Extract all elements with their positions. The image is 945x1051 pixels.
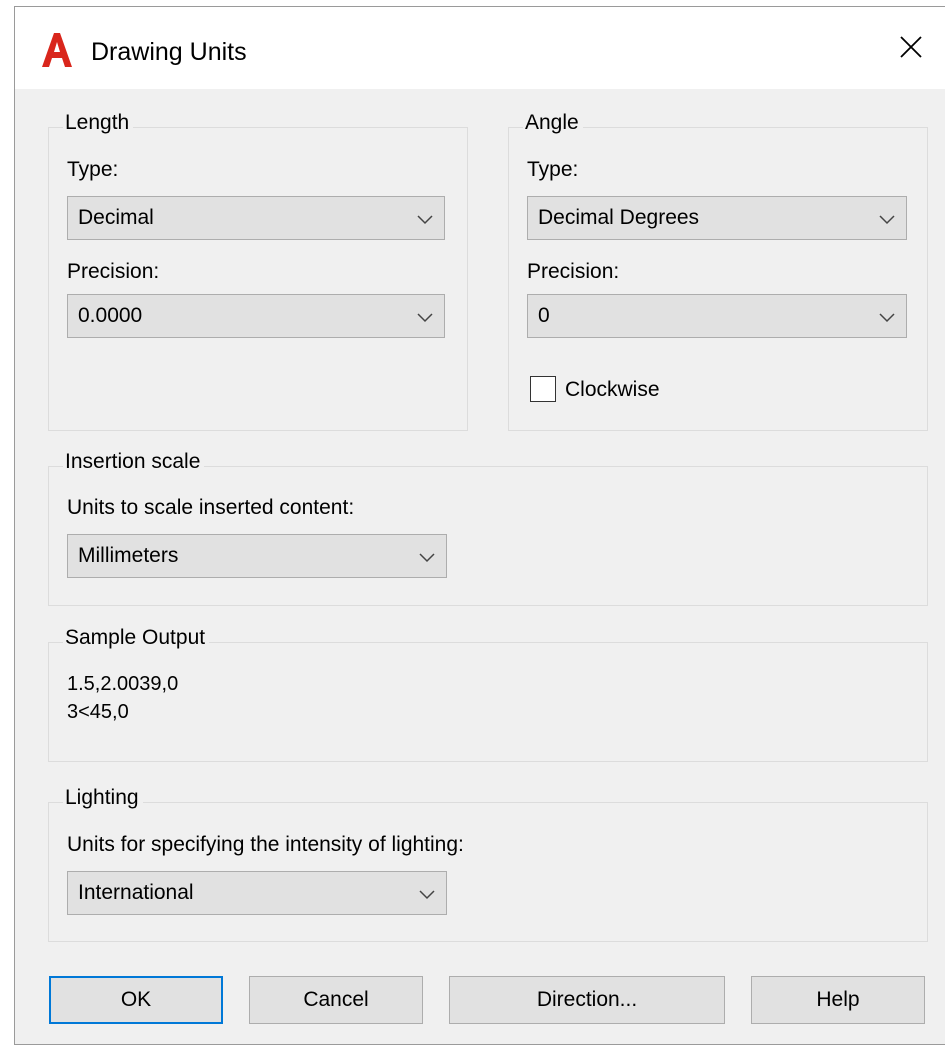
angle-type-select[interactable]: Decimal Degrees	[527, 196, 907, 240]
lighting-legend: Lighting	[63, 785, 143, 811]
chevron-down-icon	[878, 310, 896, 323]
help-button[interactable]: Help	[751, 976, 925, 1024]
angle-precision-select[interactable]: 0	[527, 294, 907, 338]
cancel-button[interactable]: Cancel	[249, 976, 423, 1024]
sample-output-line-1: 1.5,2.0039,0	[67, 673, 179, 695]
length-type-value: Decimal	[78, 206, 154, 229]
sample-output-legend: Sample Output	[63, 625, 210, 651]
length-type-label: Type:	[67, 158, 119, 181]
direction-button[interactable]: Direction...	[449, 976, 725, 1024]
length-precision-value: 0.0000	[78, 304, 143, 327]
length-legend: Length	[63, 110, 134, 136]
sample-output-group: Sample Output	[48, 625, 928, 762]
insertion-units-value: Millimeters	[78, 544, 179, 567]
clockwise-label[interactable]: Clockwise	[565, 377, 660, 403]
angle-type-value: Decimal Degrees	[538, 206, 700, 229]
ok-button[interactable]: OK	[49, 976, 223, 1024]
length-precision-select[interactable]: 0.0000	[67, 294, 445, 338]
chevron-down-icon	[416, 212, 434, 225]
chevron-down-icon	[418, 887, 436, 900]
drawing-units-dialog: Drawing Units Length Type: Decimal Preci…	[14, 6, 945, 1045]
lighting-units-value: International	[78, 881, 194, 904]
lighting-units-label: Units for specifying the intensity of li…	[67, 833, 464, 856]
angle-type-label: Type:	[527, 158, 579, 181]
insertion-scale-legend: Insertion scale	[63, 449, 205, 475]
length-precision-label: Precision:	[67, 260, 160, 283]
chevron-down-icon	[416, 310, 434, 323]
angle-precision-label: Precision:	[527, 260, 620, 283]
sample-output-line-2: 3<45,0	[67, 701, 129, 723]
chevron-down-icon	[878, 212, 896, 225]
lighting-units-select[interactable]: International	[67, 871, 447, 915]
chevron-down-icon	[418, 550, 436, 563]
length-type-select[interactable]: Decimal	[67, 196, 445, 240]
title-bar: Drawing Units	[15, 7, 945, 89]
insertion-units-select[interactable]: Millimeters	[67, 534, 447, 578]
insertion-units-label: Units to scale inserted content:	[67, 496, 355, 519]
angle-precision-value: 0	[538, 304, 550, 327]
clockwise-checkbox[interactable]	[530, 376, 556, 402]
close-button[interactable]	[887, 27, 935, 71]
close-icon	[899, 35, 923, 64]
angle-legend: Angle	[523, 110, 583, 136]
autocad-logo-icon	[39, 31, 75, 69]
dialog-title: Drawing Units	[91, 38, 247, 66]
